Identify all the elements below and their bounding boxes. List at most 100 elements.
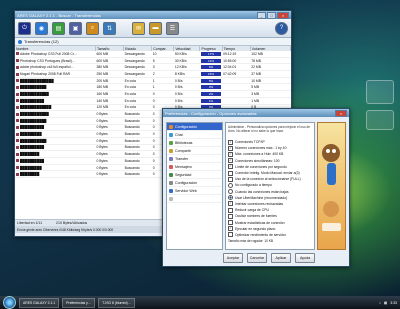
transfer-tab-icon bbox=[18, 39, 22, 44]
nav-item-icon bbox=[169, 196, 173, 201]
checkbox[interactable]: ✓ bbox=[228, 201, 233, 207]
checkbox[interactable]: ✓ bbox=[228, 139, 233, 145]
checkbox[interactable] bbox=[228, 232, 233, 238]
cell: Buscando bbox=[123, 150, 152, 158]
progress-cell: 1% bbox=[199, 97, 223, 105]
file-icon bbox=[16, 166, 19, 170]
checkbox[interactable] bbox=[228, 213, 233, 219]
progress-cell: 15% bbox=[199, 70, 223, 78]
checkbox[interactable] bbox=[228, 220, 233, 226]
search-icon[interactable]: ⌕ bbox=[86, 21, 99, 35]
checkbox[interactable] bbox=[228, 170, 233, 176]
file-icon bbox=[16, 112, 19, 116]
dialog-close-button[interactable]: × bbox=[335, 109, 347, 117]
option-label: Número conexiones máx.: 1 by 40 bbox=[235, 146, 287, 151]
volume-icon[interactable]: ♪ bbox=[379, 301, 381, 305]
option-checkbox[interactable]: Optimizar rendimiento de servidor bbox=[228, 232, 312, 238]
nav-item-label: Transfer bbox=[175, 156, 189, 161]
cell: Buscando bbox=[123, 144, 152, 152]
radio-button[interactable] bbox=[228, 189, 233, 195]
table-row[interactable]: Nogari Photoshop 2008 Full RAR 250 MB Desc… bbox=[15, 70, 291, 78]
status-left: Libertad en 1/11 bbox=[17, 221, 43, 225]
nav-item-icon bbox=[169, 188, 173, 193]
file-name: ████████ bbox=[15, 150, 96, 158]
table-row[interactable]: ██████████████ 200 MB En cola 1 0 B/s 5% 10 MB bbox=[15, 77, 291, 85]
aceptar-button[interactable]: Aceptar bbox=[223, 253, 243, 263]
screen-icon[interactable]: ▣ bbox=[69, 21, 82, 35]
library-icon[interactable]: ▤ bbox=[52, 21, 65, 35]
taskbar-task[interactable]: ARES GALAXY 2.1.1 bbox=[19, 297, 60, 308]
nav-item[interactable]: Servidor Web bbox=[167, 187, 222, 195]
clock[interactable]: 3:33 bbox=[390, 301, 397, 305]
cell: 120 MB bbox=[95, 104, 124, 112]
checkbox[interactable]: ✓ bbox=[228, 158, 233, 164]
progress-bar: 6% bbox=[200, 65, 222, 70]
file-icon bbox=[16, 159, 19, 163]
help-icon[interactable]: ? bbox=[275, 21, 288, 35]
file-name: ███████████ bbox=[15, 117, 96, 125]
ares-mascot-image bbox=[317, 122, 346, 250]
nav-item[interactable]: Transfer bbox=[167, 155, 222, 163]
nav-item[interactable]: Bibliotecas bbox=[167, 139, 222, 147]
ayuda-button[interactable]: Ayuda bbox=[295, 253, 315, 263]
cancelar-button[interactable]: Cancelar bbox=[247, 253, 267, 263]
nav-item[interactable]: Mensajero bbox=[167, 163, 222, 171]
web-icon[interactable]: ◉ bbox=[35, 21, 48, 35]
nav-item[interactable]: Compartir bbox=[167, 147, 222, 155]
checkbox[interactable]: ✓ bbox=[228, 151, 233, 157]
transfer-icon[interactable]: ⇅ bbox=[103, 21, 116, 35]
close-button[interactable]: × bbox=[277, 11, 289, 19]
checkbox[interactable] bbox=[228, 176, 233, 182]
folder-icon[interactable]: ▬ bbox=[149, 21, 162, 35]
nav-item[interactable]: Seguridad bbox=[167, 171, 222, 179]
progress-bar: 5% bbox=[200, 78, 222, 83]
aplicar-button[interactable]: Aplicar bbox=[271, 253, 291, 263]
cell: 160 MB bbox=[95, 90, 124, 98]
cell: 2 bbox=[151, 70, 174, 78]
sidebar-gadget-slideshow[interactable] bbox=[366, 110, 394, 130]
taskbar-task[interactable]: T-ISO 8 (blurred)… bbox=[98, 297, 136, 308]
cell: 1 MB bbox=[250, 97, 291, 105]
table-row[interactable]: adobe photoshop cs3 full español… 380 MB D… bbox=[15, 63, 291, 72]
dialog-titlebar[interactable]: Preferencias - Configuración - Opciones … bbox=[163, 109, 349, 117]
sidebar-gadget-clock[interactable] bbox=[366, 80, 394, 104]
options-nav: Configuración Chat Bibliotecas Compartir Tra… bbox=[166, 122, 223, 250]
file-name: ██████████ bbox=[15, 97, 96, 105]
radio-button[interactable] bbox=[228, 182, 233, 188]
cell: 0 B/s bbox=[173, 77, 200, 85]
cell: 0 B/s bbox=[173, 97, 200, 105]
maximize-button[interactable]: □ bbox=[267, 11, 276, 19]
file-icon bbox=[16, 65, 19, 69]
control-icon[interactable]: ☰ bbox=[166, 21, 179, 35]
taskbar-task[interactable]: Preferencias y… bbox=[62, 297, 96, 308]
table-row[interactable]: ████████████ 160 MB En cola 0 0 B/s 2% 3 MB bbox=[15, 90, 291, 98]
table-row[interactable]: ███████████ 180 MB En cola 1 0 B/s 3% 5 MB bbox=[15, 83, 291, 92]
nav-item[interactable] bbox=[167, 195, 222, 203]
nav-item[interactable]: Chat bbox=[167, 131, 222, 139]
transfers-tab[interactable]: Transferencias (12) bbox=[15, 38, 291, 46]
checkbox[interactable]: ✓ bbox=[228, 164, 233, 170]
nav-item-label: Chat bbox=[175, 132, 183, 137]
file-icon bbox=[16, 146, 19, 150]
mascot-icon bbox=[322, 144, 341, 231]
nav-item[interactable]: Configuración bbox=[167, 179, 222, 187]
minimize-button[interactable]: _ bbox=[257, 11, 266, 19]
checkbox[interactable] bbox=[228, 207, 233, 213]
option-label: Conexión intelig. Modo Manual: enviar a(… bbox=[235, 171, 300, 176]
table-row[interactable]: Photoshop CS3 Portugues (Brasil)… 600 MB D… bbox=[15, 57, 291, 65]
cell: Buscando bbox=[123, 157, 152, 165]
network-icon[interactable]: ▦ bbox=[384, 301, 387, 305]
cell: Buscando bbox=[123, 130, 152, 138]
checkbox[interactable]: ✓ bbox=[228, 226, 233, 232]
table-row[interactable]: ██████████ 140 MB En cola 0 0 B/s 1% 1 MB bbox=[15, 97, 291, 105]
cell: 0 Bytes bbox=[95, 117, 124, 125]
radio-button[interactable] bbox=[228, 195, 233, 201]
file-icon bbox=[16, 126, 19, 130]
chat-icon[interactable]: ✉ bbox=[132, 21, 145, 35]
start-button[interactable] bbox=[3, 296, 16, 309]
checkbox[interactable]: ✓ bbox=[228, 145, 233, 151]
nav-item[interactable]: Configuración bbox=[167, 123, 222, 131]
power-icon[interactable]: ⏻ bbox=[18, 21, 31, 35]
file-name: ██████████████ bbox=[15, 77, 96, 85]
ares-titlebar[interactable]: ARES GALAXY 2.1.1 - Buscar - Transferenc… bbox=[15, 11, 291, 19]
